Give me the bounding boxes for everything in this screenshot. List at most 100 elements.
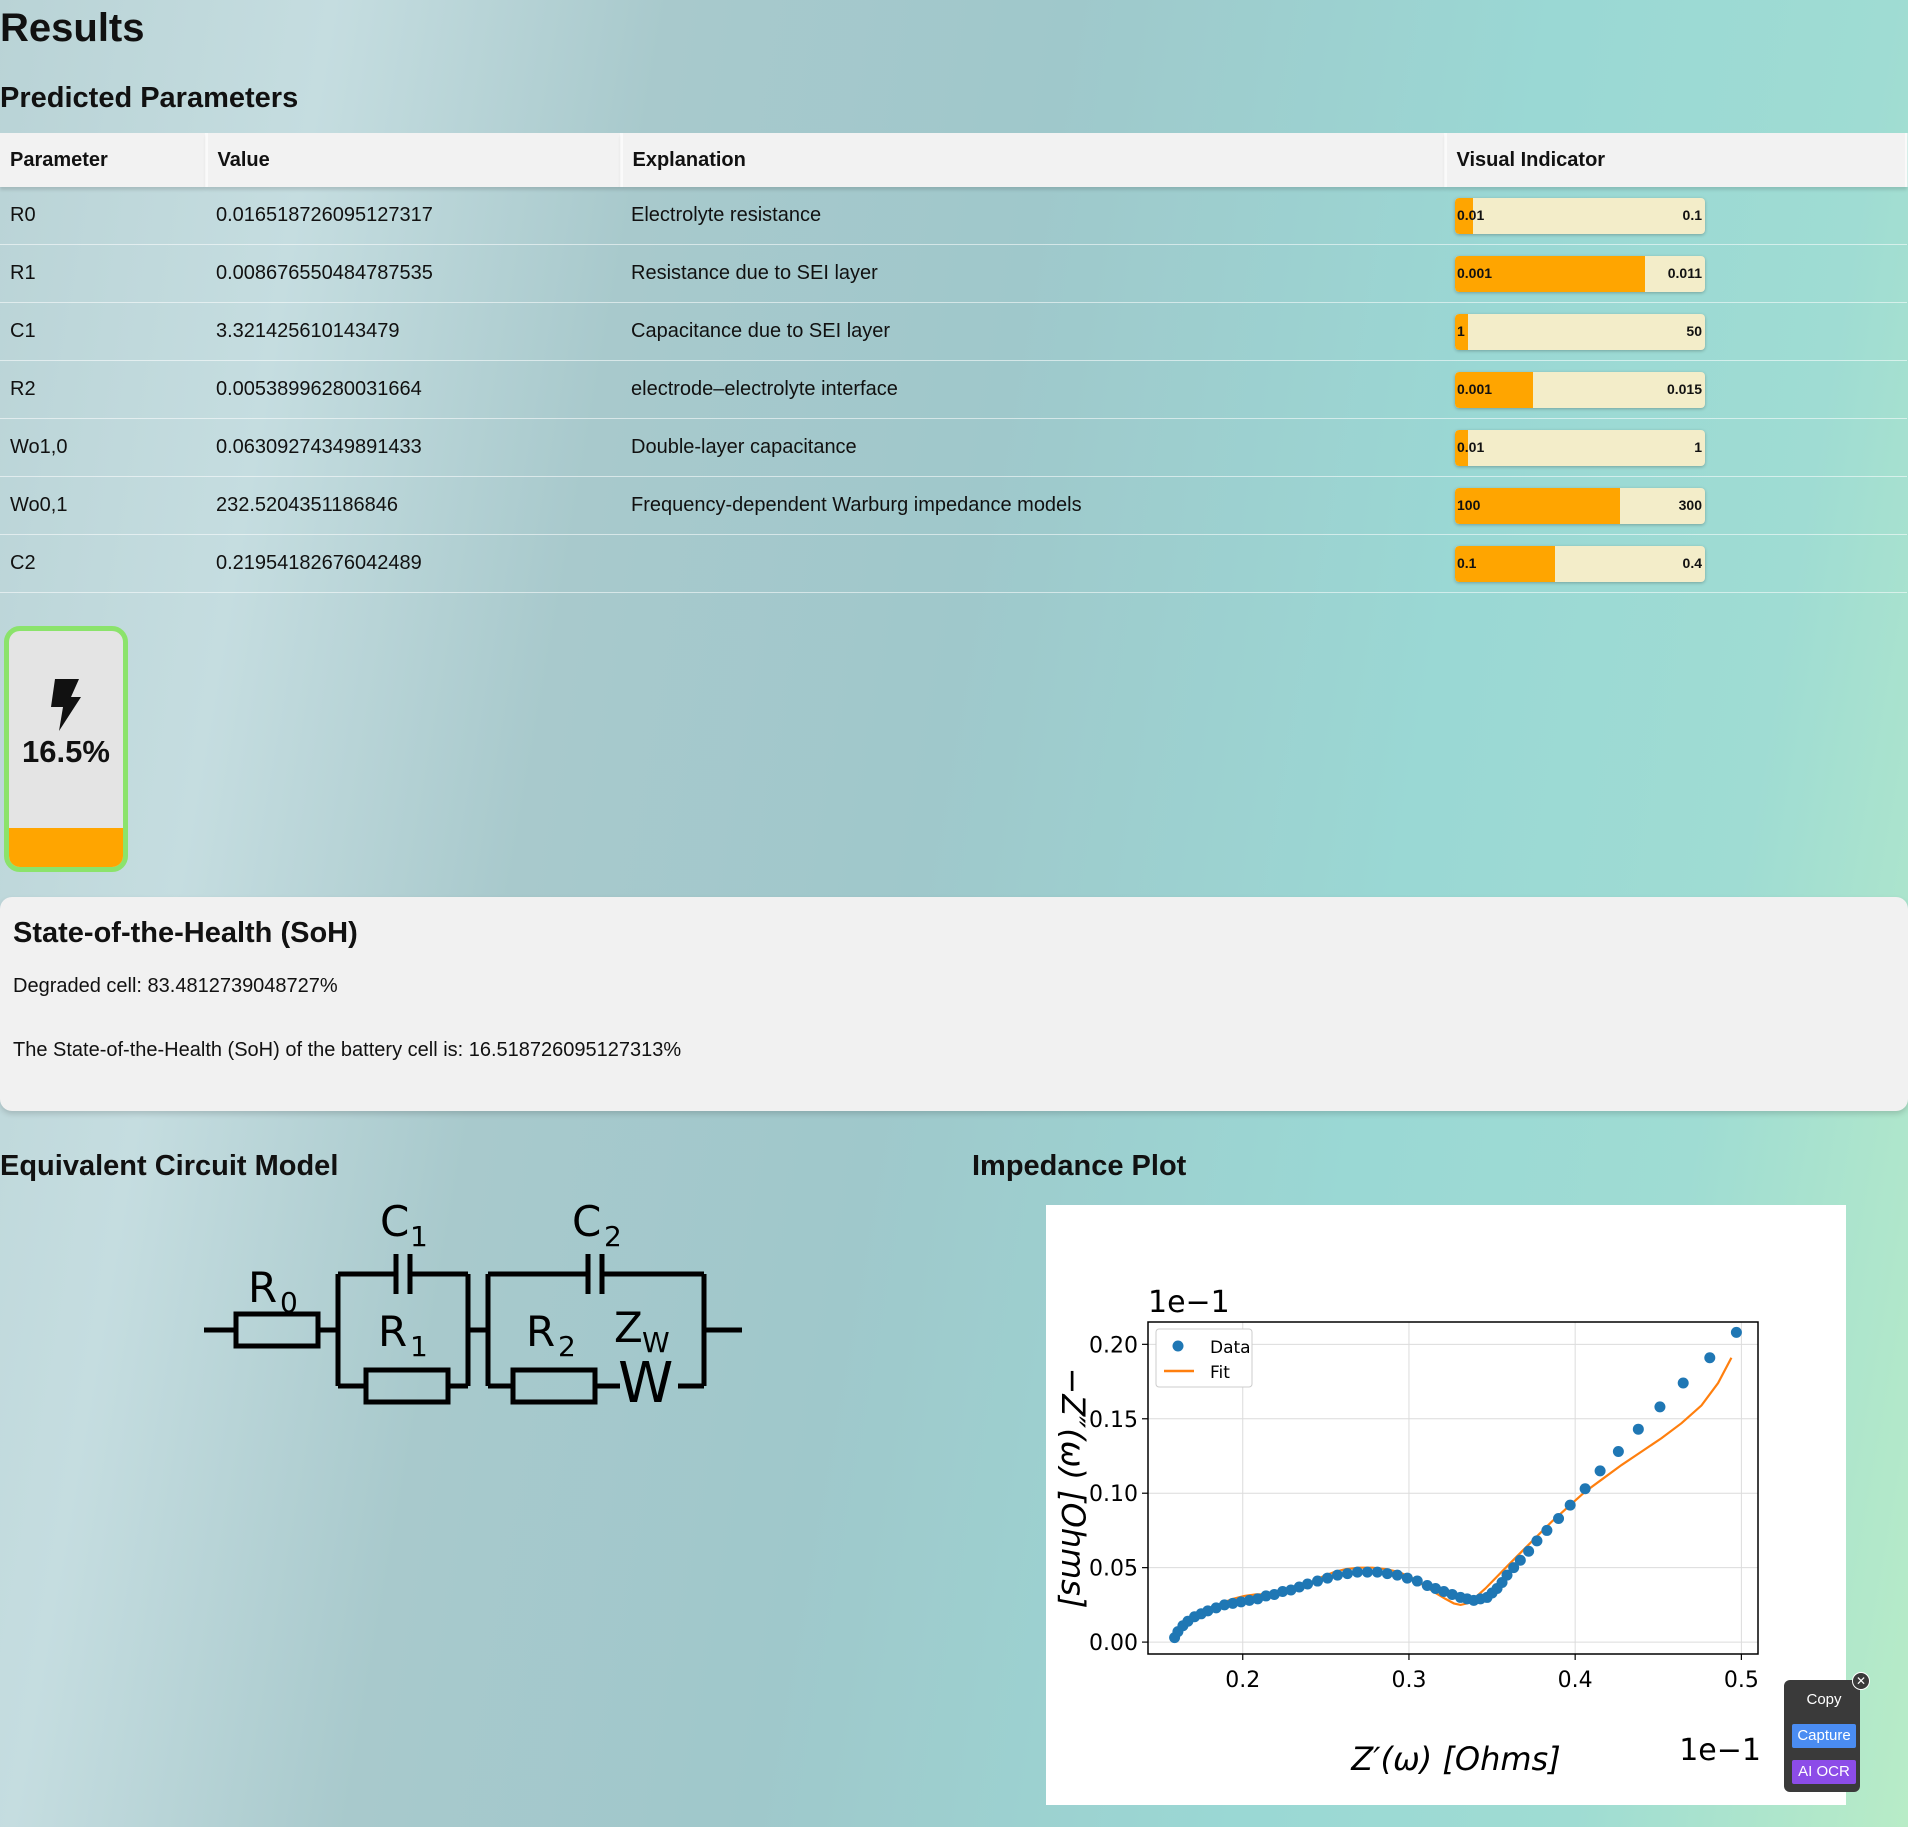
ai-ocr-button[interactable]: AI OCR bbox=[1792, 1760, 1856, 1784]
indicator-min: 100 bbox=[1457, 496, 1481, 513]
data-point bbox=[1612, 1446, 1624, 1458]
y-tick-label: 0.10 bbox=[1089, 1482, 1138, 1507]
data-point bbox=[1677, 1377, 1689, 1389]
visual-indicator-cell: 0.01 1 bbox=[1445, 418, 1907, 477]
param-name: Wo0,1 bbox=[0, 476, 206, 535]
data-point bbox=[1381, 1568, 1393, 1580]
battery-indicator: 16.5% bbox=[4, 626, 128, 872]
x-tick-label: 0.2 bbox=[1225, 1668, 1260, 1693]
data-point bbox=[1632, 1423, 1644, 1435]
capture-widget: Copy Capture AI OCR bbox=[1784, 1680, 1860, 1792]
visual-indicator-cell: 0.1 0.4 bbox=[1445, 534, 1907, 593]
degraded-cell-text: Degraded cell: 83.4812739048727% bbox=[13, 975, 338, 997]
data-point bbox=[1553, 1513, 1565, 1525]
param-value: 0.21954182676042489 bbox=[206, 534, 621, 593]
equivalent-circuit-diagram: R 0 C 1 R 1 C 2 R 2 Z W W bbox=[204, 1197, 742, 1416]
capture-button[interactable]: Capture bbox=[1792, 1724, 1856, 1748]
results-title: Results bbox=[0, 6, 145, 50]
param-explanation: electrode–electrolyte interface bbox=[621, 360, 1445, 419]
data-point bbox=[1541, 1524, 1553, 1536]
legend-data-marker bbox=[1172, 1340, 1184, 1352]
data-point bbox=[1564, 1499, 1576, 1511]
r1-label: R bbox=[378, 1307, 407, 1356]
indicator-min: 0.1 bbox=[1457, 554, 1477, 571]
y-tick-label: 0.05 bbox=[1089, 1557, 1138, 1582]
indicator-max: 0.011 bbox=[1667, 264, 1702, 281]
param-explanation: Capacitance due to SEI layer bbox=[621, 302, 1445, 361]
indicator-bar: 1 50 bbox=[1455, 313, 1705, 350]
param-name: R1 bbox=[0, 244, 206, 303]
data-point bbox=[1351, 1566, 1363, 1578]
battery-percent: 16.5% bbox=[22, 734, 110, 769]
parameters-table: Parameter Value Explanation Visual Indic… bbox=[0, 133, 1908, 593]
param-explanation: Frequency-dependent Warburg impedance mo… bbox=[621, 476, 1445, 535]
impedance-plot-title: Impedance Plot bbox=[972, 1150, 1187, 1182]
indicator-bar: 0.001 0.015 bbox=[1455, 371, 1705, 408]
indicator-bar: 0.001 0.011 bbox=[1455, 255, 1705, 292]
indicator-max: 0.4 bbox=[1682, 554, 1702, 571]
close-icon[interactable]: ✕ bbox=[1852, 1672, 1870, 1690]
copy-button[interactable]: Copy bbox=[1792, 1688, 1856, 1712]
table-row: R2 0.00538996280031664 electrode–electro… bbox=[0, 360, 1907, 419]
soh-card: State-of-the-Health (SoH) Degraded cell:… bbox=[0, 897, 1908, 1111]
param-explanation bbox=[621, 534, 1445, 593]
param-value: 0.008676550484787535 bbox=[206, 244, 621, 303]
param-explanation: Double-layer capacitance bbox=[621, 418, 1445, 477]
legend-fit-label: Fit bbox=[1210, 1363, 1230, 1383]
legend-data-label: Data bbox=[1210, 1338, 1251, 1358]
param-value: 0.06309274349891433 bbox=[206, 418, 621, 477]
r2-label: R bbox=[526, 1307, 555, 1356]
data-point bbox=[1531, 1535, 1543, 1547]
equivalent-circuit-title: Equivalent Circuit Model bbox=[0, 1150, 339, 1182]
c2-label: C bbox=[572, 1197, 601, 1246]
header-explanation: Explanation bbox=[621, 133, 1447, 187]
data-point bbox=[1302, 1578, 1314, 1590]
table-row: C1 3.321425610143479 Capacitance due to … bbox=[0, 302, 1907, 361]
param-value: 0.016518726095127317 bbox=[206, 187, 621, 245]
x-offset-label: 1e−1 bbox=[1679, 1733, 1761, 1768]
param-name: Wo1,0 bbox=[0, 418, 206, 477]
battery-fill bbox=[9, 828, 123, 867]
soh-title: State-of-the-Health (SoH) bbox=[13, 917, 358, 949]
r0-label: R bbox=[248, 1263, 277, 1312]
param-explanation: Electrolyte resistance bbox=[621, 187, 1445, 245]
x-axis-label: Z′(ω) [Ohms] bbox=[1350, 1740, 1560, 1778]
data-point bbox=[1371, 1566, 1383, 1578]
table-row: R0 0.016518726095127317 Electrolyte resi… bbox=[0, 187, 1907, 245]
x-tick-label: 0.4 bbox=[1558, 1668, 1593, 1693]
indicator-bar: 100 300 bbox=[1455, 487, 1705, 524]
data-point bbox=[1523, 1545, 1535, 1557]
c1-label: C bbox=[380, 1197, 409, 1246]
data-point bbox=[1654, 1401, 1666, 1413]
data-point bbox=[1401, 1572, 1413, 1584]
indicator-min: 0.01 bbox=[1457, 206, 1485, 223]
data-point bbox=[1704, 1352, 1716, 1364]
chart-legend: Data Fit bbox=[1155, 1328, 1253, 1388]
y-axis-label: −Z″(ω) [Ohms] bbox=[1054, 1368, 1092, 1609]
param-name: C2 bbox=[0, 534, 206, 593]
indicator-max: 50 bbox=[1686, 322, 1702, 339]
param-value: 0.00538996280031664 bbox=[206, 360, 621, 419]
y-tick-label: 0.00 bbox=[1089, 1631, 1138, 1656]
c1-subscript: 1 bbox=[410, 1220, 428, 1253]
data-point bbox=[1730, 1326, 1742, 1338]
table-row: C2 0.21954182676042489 0.1 0.4 bbox=[0, 534, 1907, 593]
y-tick-label: 0.15 bbox=[1089, 1408, 1138, 1433]
lightning-bolt-icon bbox=[51, 679, 81, 731]
param-name: C1 bbox=[0, 302, 206, 361]
y-tick-label: 0.20 bbox=[1089, 1333, 1138, 1358]
c2-subscript: 2 bbox=[604, 1220, 622, 1253]
r2-subscript: 2 bbox=[558, 1330, 576, 1363]
indicator-min: 0.001 bbox=[1457, 264, 1493, 281]
data-point bbox=[1322, 1572, 1334, 1584]
visual-indicator-cell: 0.001 0.011 bbox=[1445, 244, 1907, 303]
x-tick-label: 0.5 bbox=[1724, 1668, 1759, 1693]
data-point bbox=[1361, 1566, 1373, 1578]
header-value: Value bbox=[206, 133, 623, 187]
data-point bbox=[1579, 1483, 1591, 1495]
indicator-max: 300 bbox=[1678, 496, 1702, 513]
indicator-bar: 0.1 0.4 bbox=[1455, 545, 1705, 582]
zw-label: Z bbox=[614, 1303, 643, 1352]
data-point bbox=[1312, 1575, 1324, 1587]
table-row: Wo1,0 0.06309274349891433 Double-layer c… bbox=[0, 418, 1907, 477]
